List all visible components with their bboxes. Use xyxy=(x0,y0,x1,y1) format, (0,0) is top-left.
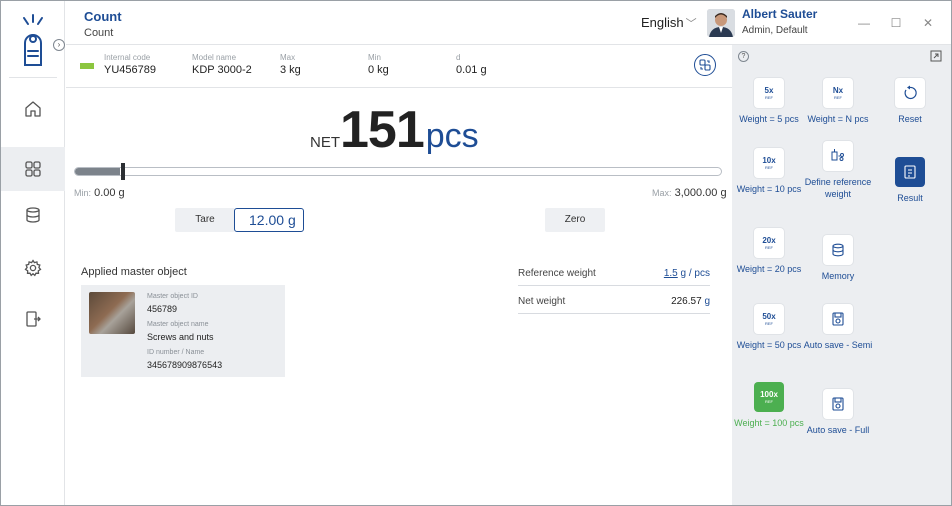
database-icon xyxy=(26,207,40,223)
language-select[interactable]: English ﹀ xyxy=(641,15,697,31)
page-subtitle: Count xyxy=(84,27,114,39)
language-value: English xyxy=(641,15,684,30)
count-unit: pcs xyxy=(425,117,479,155)
define-reference-weight-button[interactable]: Define reference weight xyxy=(803,141,873,200)
capacity-bar-fill xyxy=(75,168,120,175)
master-object-number: 345678909876543 xyxy=(147,360,223,370)
logo-separator xyxy=(9,77,57,78)
switch-icon xyxy=(699,59,711,71)
max-capacity: Max 3 kg xyxy=(280,53,301,76)
ref-20x-icon: 20x REF xyxy=(754,228,784,258)
balance-status-icon xyxy=(80,63,94,69)
tare-input[interactable]: 12.00 g xyxy=(234,208,304,232)
auto-save-full-button[interactable]: Auto save - Full xyxy=(803,389,873,436)
nav-settings[interactable] xyxy=(1,246,65,290)
readability: d 0.01 g xyxy=(456,53,487,76)
result-icon xyxy=(895,157,925,187)
expand-panel-icon[interactable] xyxy=(930,50,942,62)
user-role: Admin, Default xyxy=(742,25,808,36)
min-capacity: Min 0 kg xyxy=(368,53,389,76)
reset-button[interactable]: Reset xyxy=(875,78,945,125)
master-object-title: Applied master object xyxy=(81,266,187,278)
minimize-button[interactable]: — xyxy=(854,13,874,33)
function-panel: ? 5x REF Weight = 5 pcs Nx REF Weight = N … xyxy=(732,45,951,505)
define-reference-icon xyxy=(823,141,853,171)
balance-info-bar: Internal code YU456789 Model name KDP 30… xyxy=(66,45,732,88)
memory-button[interactable]: Memory xyxy=(803,235,873,282)
logout-icon xyxy=(26,311,41,327)
close-button[interactable]: ✕ xyxy=(918,13,938,33)
master-object-card[interactable]: Master object ID 456789 Master object na… xyxy=(81,285,285,377)
sauter-logo-icon xyxy=(23,14,43,66)
capacity-bar xyxy=(74,167,722,176)
capacity-bar-marker xyxy=(121,163,125,180)
ref-10x-icon: 10x REF xyxy=(754,148,784,178)
help-icon[interactable]: ? xyxy=(738,51,749,62)
ref-50x-icon: 50x REF xyxy=(754,304,784,334)
user-name[interactable]: Albert Sauter xyxy=(742,7,817,21)
count-value: 151 xyxy=(340,101,425,159)
zero-button[interactable]: Zero xyxy=(545,208,605,232)
weight-10-pcs-button[interactable]: 10x REF Weight = 10 pcs xyxy=(734,148,804,195)
left-rail: › xyxy=(1,1,65,505)
master-object-image xyxy=(89,292,135,334)
net-weight-value: 226.57 xyxy=(671,296,702,307)
memory-icon xyxy=(823,235,853,265)
model-name: Model name KDP 3000-2 xyxy=(192,53,252,76)
user-photo-icon xyxy=(707,9,735,37)
gear-icon xyxy=(24,259,42,277)
reference-weight-value[interactable]: 1.5 xyxy=(664,268,678,279)
header: Count Count English ﹀ Albert Sauter Admin… xyxy=(66,1,951,45)
weight-50-pcs-button[interactable]: 50x REF Weight = 50 pcs xyxy=(734,304,804,351)
auto-save-semi-button[interactable]: Auto save - Semi xyxy=(803,304,873,351)
weight-5-pcs-button[interactable]: 5x REF Weight = 5 pcs xyxy=(734,78,804,125)
net-weight-row: Net weight 226.57 g xyxy=(518,294,710,314)
grid-icon xyxy=(25,161,41,177)
maximize-button[interactable]: ☐ xyxy=(886,13,906,33)
weight-20-pcs-button[interactable]: 20x REF Weight = 20 pcs xyxy=(734,228,804,275)
nav-home[interactable] xyxy=(1,87,65,131)
switch-balance-button[interactable] xyxy=(694,54,716,76)
ref-100x-icon: 100x REF xyxy=(754,382,784,412)
reset-icon xyxy=(895,78,925,108)
count-display: NET151pcs xyxy=(310,100,479,160)
auto-save-icon xyxy=(823,304,853,334)
ref-nx-icon: Nx REF xyxy=(823,78,853,108)
capacity-max: Max: 3,000.00 g xyxy=(652,187,727,199)
net-indicator: NET xyxy=(310,134,340,151)
nav-database[interactable] xyxy=(1,193,65,237)
master-object-id: 456789 xyxy=(147,304,178,314)
weight-n-pcs-button[interactable]: Nx REF Weight = N pcs xyxy=(803,78,873,125)
tare-button[interactable]: Tare xyxy=(175,208,235,232)
nav-logout[interactable] xyxy=(1,297,65,341)
avatar[interactable] xyxy=(707,9,735,37)
master-object-name: Screws and nuts xyxy=(147,332,214,342)
capacity-min: Min: 0.00 g xyxy=(74,187,125,199)
reference-weight-row: Reference weight 1.5 g / pcs xyxy=(518,266,710,286)
page-title: Count xyxy=(84,9,122,24)
expand-rail-button[interactable]: › xyxy=(53,39,65,51)
home-icon xyxy=(25,101,41,117)
chevron-down-icon: ﹀ xyxy=(685,18,697,30)
auto-save-icon xyxy=(823,389,853,419)
internal-code: Internal code YU456789 xyxy=(104,53,156,76)
ref-5x-icon: 5x REF xyxy=(754,78,784,108)
result-button[interactable]: Result xyxy=(875,157,945,204)
weight-100-pcs-button[interactable]: 100x REF Weight = 100 pcs xyxy=(734,382,804,429)
nav-applications[interactable] xyxy=(1,147,65,191)
